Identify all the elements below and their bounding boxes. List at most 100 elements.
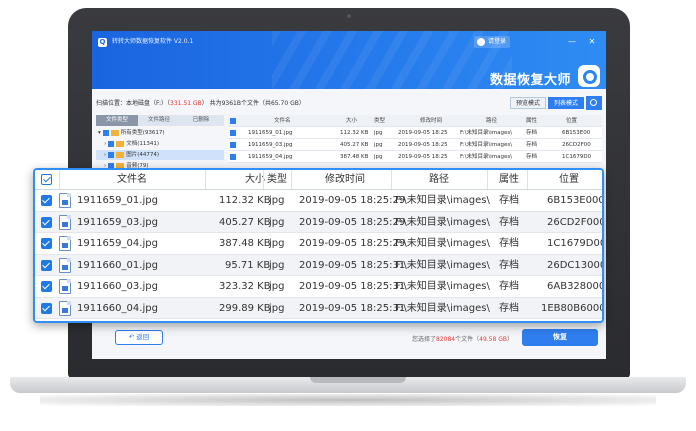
stage: Q 转转大师数据恢复软件 V2.0.1 请登录 — ✕ 数据恢复大师 扫描位置：… — [0, 0, 696, 431]
cell-type: jpg — [374, 142, 383, 148]
row-checkbox[interactable] — [230, 130, 236, 136]
checkbox-icon — [108, 151, 115, 158]
cell-location: 1C1679D0 — [562, 154, 592, 160]
table-row[interactable]: 1911659_03.jpg 405.27 KB jpg 2019-09-05 … — [35, 211, 604, 233]
cell-attr: 存档 — [499, 238, 519, 249]
cell-mtime: 2019-09-05 18:25:31 — [299, 259, 406, 271]
row-checkbox[interactable] — [41, 302, 52, 314]
selected-prefix: 您选择了 — [412, 336, 437, 343]
cell-name: 1911659_01.jpg — [77, 195, 158, 206]
cell-type: jpg — [269, 281, 285, 292]
col-name: 文件名 — [117, 174, 147, 185]
folder-icon — [116, 140, 125, 147]
bg-table-header: 文件名 大小 类型 修改时间 路径 属性 位置 — [228, 115, 602, 127]
list-mode-button[interactable]: 列表模式 — [548, 97, 585, 109]
back-label: 返回 — [136, 333, 150, 341]
col-attr: 属性 — [499, 174, 519, 185]
cell-name: 1911660_01.jpg — [77, 259, 158, 271]
minimize-button[interactable]: — — [566, 36, 578, 48]
cell-name: 1911659_03.jpg — [77, 216, 158, 228]
cell-name: 1911659_01.jpg — [248, 130, 293, 136]
table-row[interactable]: 1911659_03.jpg 405.27 KB jpg 2019-09-05 … — [228, 139, 602, 151]
cell-type: jpg — [269, 216, 285, 228]
col-location: 位置 — [566, 118, 578, 124]
cell-size: 405.27 KB — [219, 216, 271, 228]
cell-size: 112.32 KB — [219, 195, 271, 206]
table-row[interactable]: 1911659_04.jpg 387.48 KB jpg 2019-09-05 … — [35, 233, 602, 255]
row-checkbox[interactable] — [41, 216, 52, 228]
col-location: 位置 — [559, 174, 579, 185]
tab-file-path[interactable]: 文件路径 — [138, 115, 180, 126]
tree-label: 图片(44774) — [126, 152, 159, 158]
cell-path: F:\未知目录\images\ — [395, 302, 490, 314]
login-button[interactable]: 请登录 — [474, 36, 511, 48]
cell-size: 299.89 KB — [219, 302, 271, 314]
row-checkbox[interactable] — [41, 238, 52, 249]
row-checkbox[interactable] — [41, 259, 52, 271]
selected-suffix: ） — [506, 336, 513, 343]
cell-path: F:\未知目录\images\ — [460, 154, 513, 160]
selected-info: 您选择了82084个文件（49.58 GB） — [412, 334, 513, 343]
select-all-checkbox[interactable] — [41, 174, 52, 185]
cell-name: 1911660_03.jpg — [77, 281, 158, 292]
select-all-checkbox[interactable] — [230, 118, 236, 124]
cell-type: jpg — [269, 259, 285, 271]
row-checkbox[interactable] — [41, 281, 52, 292]
cell-location: 1C1679D00 — [547, 238, 604, 249]
image-file-icon — [59, 279, 71, 294]
login-label: 请登录 — [488, 38, 507, 45]
table-row[interactable]: 1911659_01.jpg 112.32 KB jpg 2019-09-05 … — [35, 190, 602, 212]
cell-size: 405.27 KB — [340, 142, 369, 148]
checkbox-icon — [102, 129, 109, 136]
tab-file-type[interactable]: 文件类型 — [96, 115, 138, 126]
cell-path: F:\未知目录\images\ — [395, 259, 490, 271]
back-button[interactable]: ↶ 返回 — [115, 330, 163, 345]
tree-label: 所有类型(93617) — [120, 130, 165, 136]
image-file-icon — [59, 236, 71, 251]
table-row[interactable]: 1911659_01.jpg 112.32 KB jpg 2019-09-05 … — [228, 127, 602, 139]
laptop-notch — [310, 377, 406, 383]
col-mtime: 修改时间 — [420, 118, 443, 124]
preview-mode-button[interactable]: 预览模式 — [510, 97, 547, 109]
table-row[interactable]: 1911660_01.jpg 95.71 KB jpg 2019-09-05 1… — [35, 254, 604, 276]
cell-type: jpg — [374, 154, 383, 160]
cell-location: 26CD2F000 — [547, 216, 604, 228]
table-row[interactable]: 1911660_03.jpg 323.32 KB jpg 2019-09-05 … — [35, 276, 602, 298]
cell-mtime: 2019-09-05 18:25:29 — [299, 238, 406, 249]
column-divider — [263, 170, 264, 189]
tree-item-all[interactable]: ▾ 所有类型(93617) — [96, 128, 224, 138]
col-type: 类型 — [374, 118, 386, 124]
laptop-base — [10, 377, 686, 393]
row-checkbox[interactable] — [230, 142, 236, 148]
column-divider — [527, 170, 528, 189]
row-checkbox[interactable] — [41, 195, 52, 206]
table-row[interactable]: 1911660_04.jpg 299.89 KB jpg 2019-09-05 … — [35, 297, 604, 319]
cell-name: 1911660_04.jpg — [77, 302, 158, 314]
cell-attr: 存档 — [526, 142, 538, 148]
cell-type: jpg — [269, 238, 285, 249]
cell-location: 26DC13000 — [547, 259, 604, 271]
table-row[interactable]: 1911659_04.jpg 387.48 KB jpg 2019-09-05 … — [228, 151, 602, 163]
close-button[interactable]: ✕ — [586, 36, 598, 48]
cell-type: jpg — [269, 302, 285, 314]
cell-location: 1EB80B6000 — [541, 302, 604, 314]
brand-logo-icon — [578, 65, 600, 87]
image-file-icon — [59, 193, 71, 208]
left-tabs: 文件类型 文件路径 已删除 — [96, 115, 224, 126]
search-icon[interactable] — [586, 96, 602, 110]
cell-location: 6AB328000 — [547, 281, 604, 292]
column-divider — [59, 170, 60, 189]
cell-mtime: 2019-09-05 18:25:31 — [299, 302, 406, 314]
laptop-shadow — [40, 394, 656, 406]
app-logo-icon: Q — [98, 38, 107, 47]
row-checkbox[interactable] — [230, 154, 236, 160]
zoomed-file-table: 文件名 大小 类型 修改时间 路径 属性 位置 1911659_01.jpg 1… — [33, 168, 604, 323]
app-title: 转转大师数据恢复软件 V2.0.1 — [112, 38, 194, 45]
recover-button[interactable]: 恢复 — [522, 329, 598, 346]
cell-mtime: 2019-09-05 18:25:29 — [299, 216, 406, 228]
cell-type: jpg — [374, 130, 383, 136]
tab-deleted[interactable]: 已删除 — [180, 115, 222, 126]
cell-path: F:\未知目录\images\ — [395, 195, 490, 206]
tree-item-docs[interactable]: › 文档(11341) — [96, 139, 224, 149]
tree-item-images[interactable]: › 图片(44774) — [96, 150, 224, 160]
